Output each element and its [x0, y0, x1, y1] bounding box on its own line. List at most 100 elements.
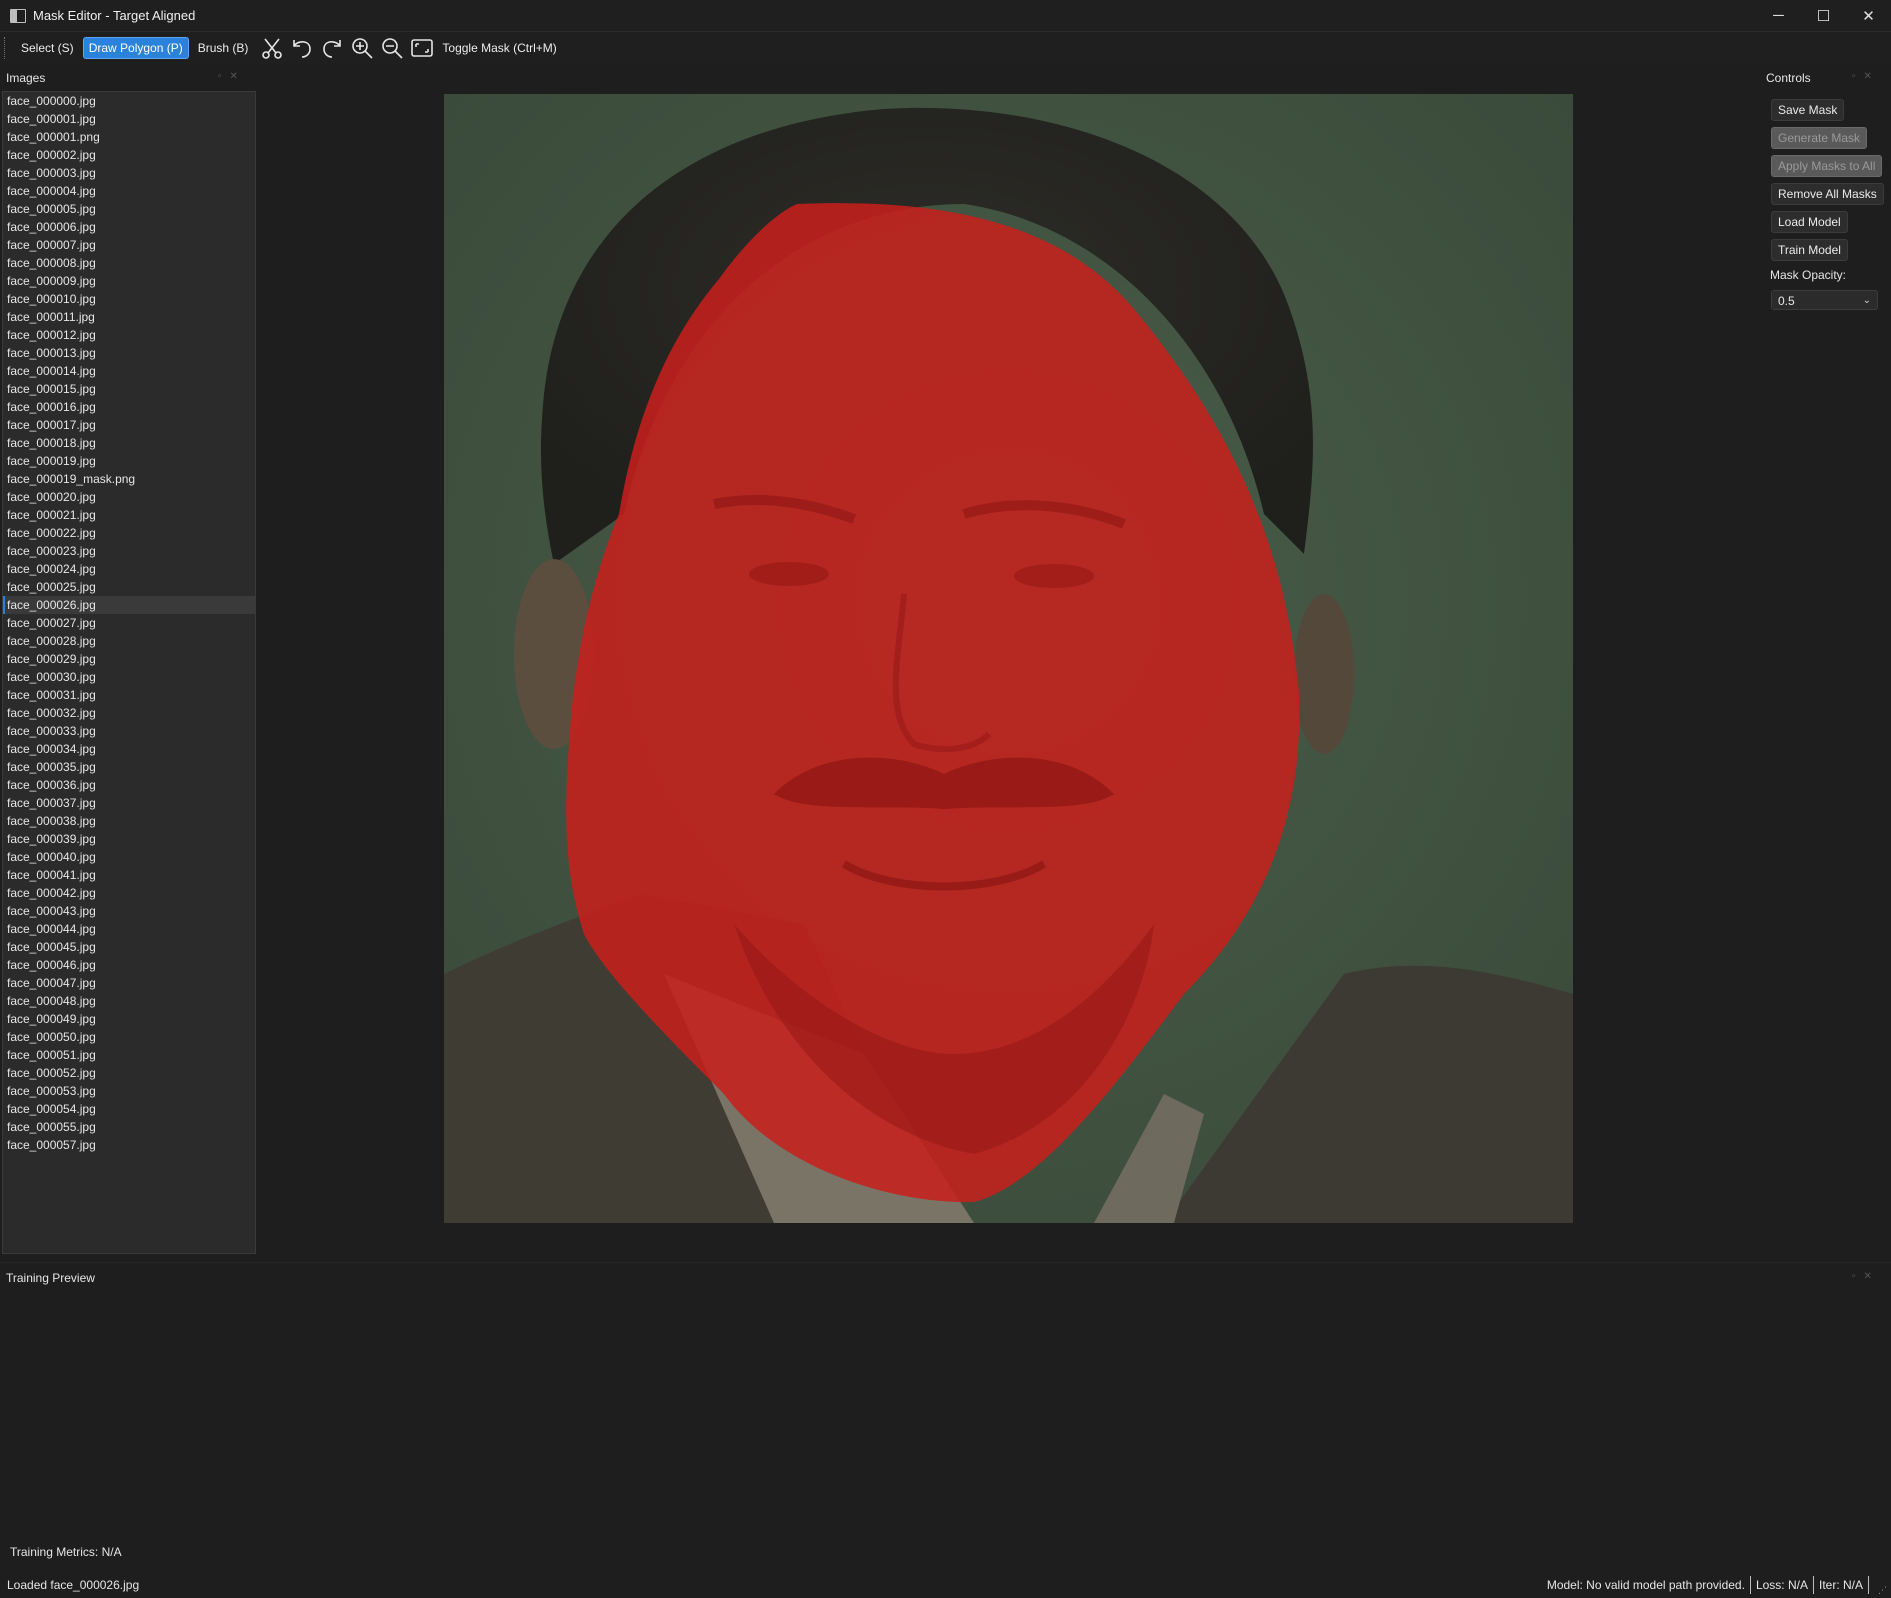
file-list-item[interactable]: face_000042.jpg: [3, 884, 255, 902]
training-panel-dock-controls[interactable]: ▫✕: [1852, 1271, 1880, 1282]
file-list-item[interactable]: face_000012.jpg: [3, 326, 255, 344]
file-list-item[interactable]: face_000018.jpg: [3, 434, 255, 452]
file-list-item[interactable]: face_000055.jpg: [3, 1118, 255, 1136]
file-list-item[interactable]: face_000051.jpg: [3, 1046, 255, 1064]
file-list-item[interactable]: face_000046.jpg: [3, 956, 255, 974]
fit-view-icon[interactable]: [409, 35, 435, 61]
file-list-item[interactable]: face_000038.jpg: [3, 812, 255, 830]
file-list-item[interactable]: face_000045.jpg: [3, 938, 255, 956]
file-list-item[interactable]: face_000020.jpg: [3, 488, 255, 506]
file-list-item[interactable]: face_000021.jpg: [3, 506, 255, 524]
zoom-in-icon[interactable]: [349, 35, 375, 61]
training-preview-title: Training Preview: [6, 1271, 95, 1285]
images-panel-dock-controls[interactable]: ▫✕: [218, 71, 246, 82]
remove-all-masks-button[interactable]: Remove All Masks: [1771, 183, 1884, 205]
file-list-item[interactable]: face_000047.jpg: [3, 974, 255, 992]
brush-tool-button[interactable]: Brush (B): [193, 38, 254, 58]
file-list-item[interactable]: face_000033.jpg: [3, 722, 255, 740]
toolbar: Select (S) Draw Polygon (P) Brush (B) To…: [0, 32, 1891, 64]
resize-grip-icon[interactable]: ⋰: [1878, 1585, 1888, 1595]
file-list-item[interactable]: face_000048.jpg: [3, 992, 255, 1010]
file-list-item[interactable]: face_000023.jpg: [3, 542, 255, 560]
file-list-item[interactable]: face_000000.jpg: [3, 92, 255, 110]
draw-polygon-tool-button[interactable]: Draw Polygon (P): [82, 37, 189, 59]
file-list-item[interactable]: face_000016.jpg: [3, 398, 255, 416]
toolbar-grip[interactable]: [4, 37, 8, 59]
train-model-button[interactable]: Train Model: [1771, 239, 1848, 261]
file-list-item[interactable]: face_000043.jpg: [3, 902, 255, 920]
file-list-item[interactable]: face_000040.jpg: [3, 848, 255, 866]
file-list-item[interactable]: face_000002.jpg: [3, 146, 255, 164]
file-list-item[interactable]: face_000005.jpg: [3, 200, 255, 218]
file-list-item[interactable]: face_000030.jpg: [3, 668, 255, 686]
status-right-group: Model: No valid model path provided. Los…: [1542, 1576, 1869, 1594]
file-list-item[interactable]: face_000032.jpg: [3, 704, 255, 722]
eye-left: [749, 562, 829, 586]
close-button[interactable]: ✕: [1846, 0, 1891, 31]
file-list-item[interactable]: face_000052.jpg: [3, 1064, 255, 1082]
load-model-button[interactable]: Load Model: [1771, 211, 1848, 233]
scissors-icon[interactable]: [259, 35, 285, 61]
file-list-item[interactable]: face_000028.jpg: [3, 632, 255, 650]
redo-icon[interactable]: [319, 35, 345, 61]
controls-panel-dock-controls[interactable]: ▫✕: [1852, 71, 1880, 82]
status-bar: Loaded face_000026.jpg Model: No valid m…: [0, 1572, 1891, 1598]
file-list-item[interactable]: face_000004.jpg: [3, 182, 255, 200]
file-list-item[interactable]: face_000035.jpg: [3, 758, 255, 776]
undo-icon[interactable]: [289, 35, 315, 61]
file-list-item[interactable]: face_000057.jpg: [3, 1136, 255, 1154]
file-list-item[interactable]: face_000019.jpg: [3, 452, 255, 470]
file-list-item[interactable]: face_000044.jpg: [3, 920, 255, 938]
images-list[interactable]: face_000000.jpg face_000001.jpg face_00000…: [2, 91, 256, 1254]
file-list-item[interactable]: face_000036.jpg: [3, 776, 255, 794]
image-canvas[interactable]: [444, 94, 1573, 1223]
file-list-item[interactable]: face_000029.jpg: [3, 650, 255, 668]
generate-mask-button[interactable]: Generate Mask: [1771, 127, 1868, 149]
status-loss: Loss: N/A: [1751, 1576, 1814, 1594]
file-list-item[interactable]: face_000007.jpg: [3, 236, 255, 254]
file-list-item[interactable]: face_000025.jpg: [3, 578, 255, 596]
file-list-item[interactable]: face_000010.jpg: [3, 290, 255, 308]
file-list-item[interactable]: face_000024.jpg: [3, 560, 255, 578]
file-list-item[interactable]: face_000008.jpg: [3, 254, 255, 272]
apply-masks-to-all-button[interactable]: Apply Masks to All: [1771, 155, 1883, 177]
file-list-item[interactable]: face_000027.jpg: [3, 614, 255, 632]
file-list-item[interactable]: face_000017.jpg: [3, 416, 255, 434]
file-list-item[interactable]: face_000026.jpg: [3, 596, 255, 614]
file-list-item[interactable]: face_000039.jpg: [3, 830, 255, 848]
minimize-button[interactable]: ─: [1756, 0, 1801, 31]
file-list-item[interactable]: face_000022.jpg: [3, 524, 255, 542]
file-list-item[interactable]: face_000011.jpg: [3, 308, 255, 326]
file-list-item[interactable]: face_000006.jpg: [3, 218, 255, 236]
maximize-button[interactable]: ☐: [1801, 0, 1846, 31]
file-list-item[interactable]: face_000013.jpg: [3, 344, 255, 362]
file-list-item[interactable]: face_000001.png: [3, 128, 255, 146]
file-list-item[interactable]: face_000014.jpg: [3, 362, 255, 380]
controls-panel-title: Controls: [1766, 71, 1811, 85]
file-list-item[interactable]: face_000009.jpg: [3, 272, 255, 290]
file-list-item[interactable]: face_000050.jpg: [3, 1028, 255, 1046]
file-list-item[interactable]: face_000003.jpg: [3, 164, 255, 182]
file-list-item[interactable]: face_000031.jpg: [3, 686, 255, 704]
save-mask-button[interactable]: Save Mask: [1771, 99, 1845, 121]
file-list-item[interactable]: face_000041.jpg: [3, 866, 255, 884]
mask-opacity-select[interactable]: 0.5 ⌄: [1771, 290, 1878, 310]
app-icon: [10, 8, 26, 23]
file-list-item[interactable]: face_000049.jpg: [3, 1010, 255, 1028]
file-list-item[interactable]: face_000001.jpg: [3, 110, 255, 128]
file-list-item[interactable]: face_000037.jpg: [3, 794, 255, 812]
ear-right: [1294, 594, 1354, 754]
toggle-mask-button[interactable]: Toggle Mask (Ctrl+M): [437, 38, 561, 58]
mask-opacity-label: Mask Opacity:: [1770, 268, 1847, 282]
select-tool-button[interactable]: Select (S): [16, 38, 79, 58]
window-controls: ─ ☐ ✕: [1756, 0, 1891, 31]
file-list-item[interactable]: face_000053.jpg: [3, 1082, 255, 1100]
file-list-item[interactable]: face_000019_mask.png: [3, 470, 255, 488]
zoom-out-icon[interactable]: [379, 35, 405, 61]
file-list-item[interactable]: face_000054.jpg: [3, 1100, 255, 1118]
images-panel-title: Images: [6, 71, 46, 85]
eye-right: [1014, 564, 1094, 588]
file-list-item[interactable]: face_000015.jpg: [3, 380, 255, 398]
file-list-item[interactable]: face_000034.jpg: [3, 740, 255, 758]
status-model: Model: No valid model path provided.: [1542, 1576, 1751, 1594]
